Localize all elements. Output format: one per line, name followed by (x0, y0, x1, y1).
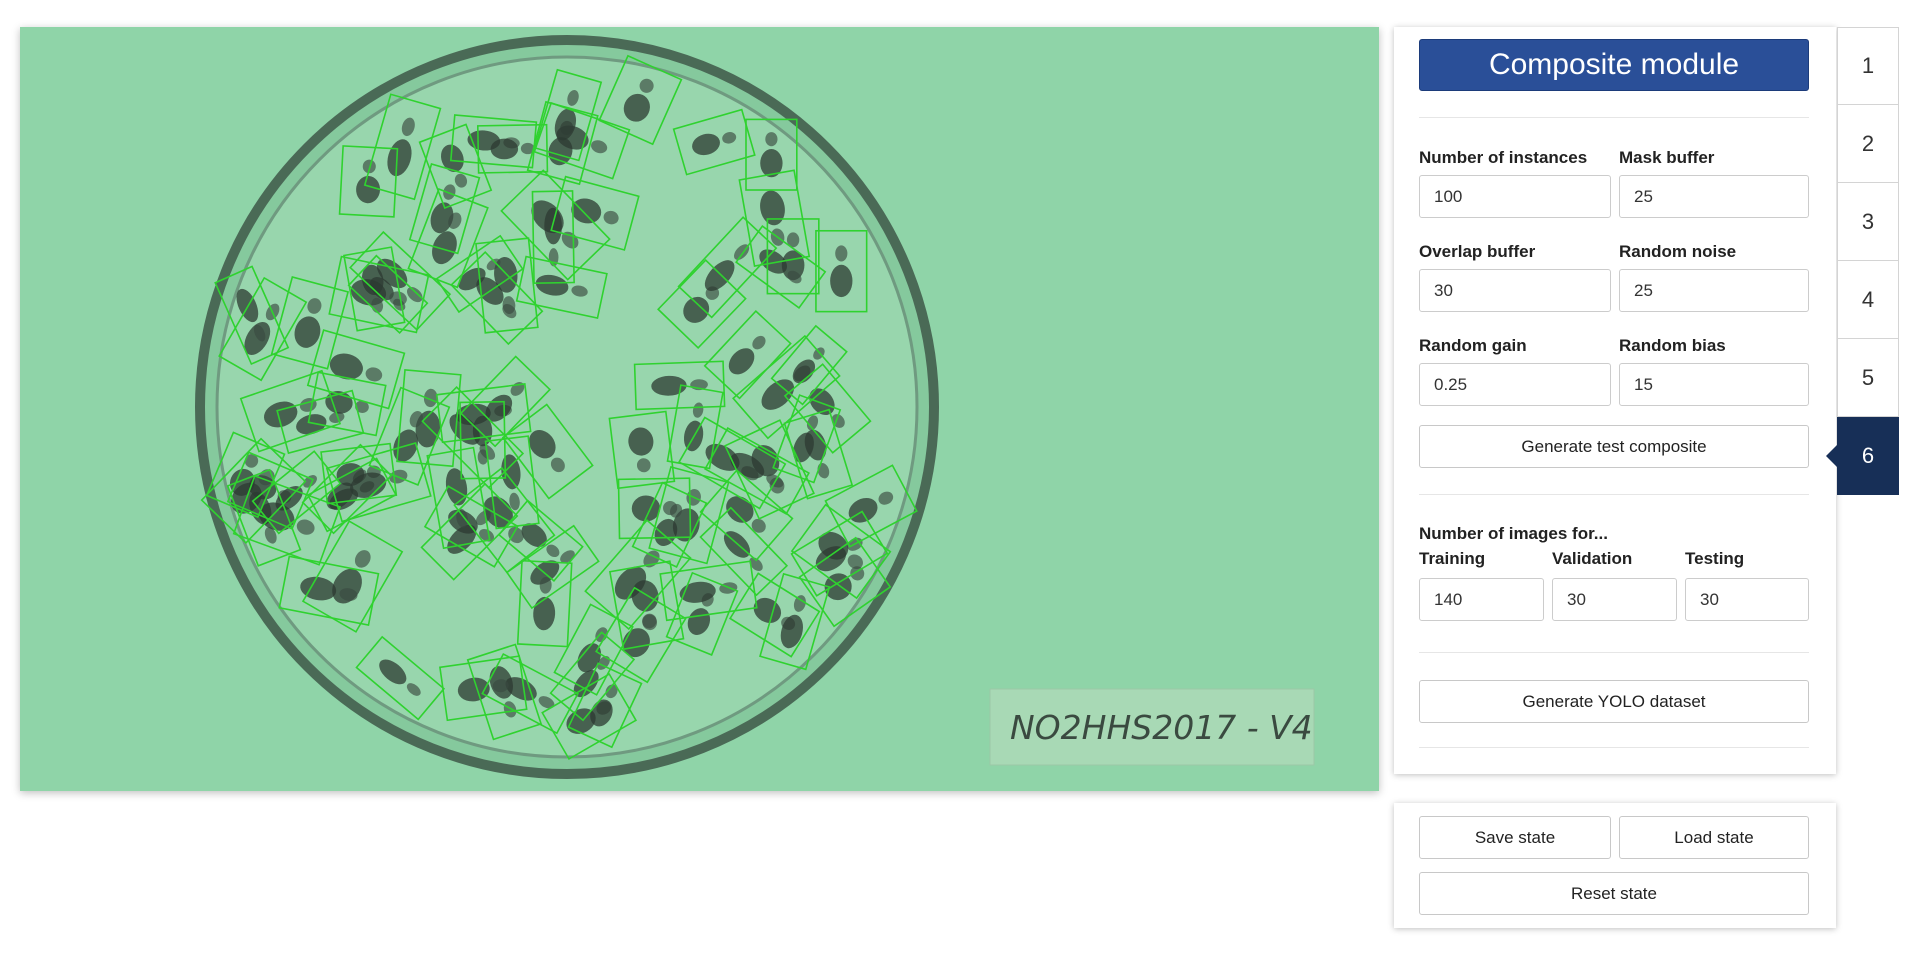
overlap-buffer-input[interactable] (1419, 269, 1611, 312)
save-state-button[interactable]: Save state (1419, 816, 1611, 859)
divider (1419, 117, 1809, 118)
divider (1419, 494, 1809, 495)
random-gain-label: Random gain (1419, 336, 1527, 355)
images-heading: Number of images for... (1419, 524, 1608, 543)
random-noise-input[interactable] (1619, 269, 1809, 312)
composite-image: NO2HHS2017 - V4 (20, 27, 1379, 791)
random-bias-label: Random bias (1619, 336, 1726, 355)
testing-label: Testing (1685, 549, 1745, 568)
step-tab-6[interactable]: 6 (1826, 417, 1899, 495)
specimen-head (765, 132, 778, 147)
state-panel: Save state Load state Reset state (1394, 803, 1836, 928)
random-noise-label: Random noise (1619, 242, 1737, 261)
random-bias-input[interactable] (1619, 363, 1809, 406)
step-tabs: 123456 (1826, 27, 1899, 495)
step-tab-4[interactable]: 4 (1837, 261, 1899, 339)
random-gain-input[interactable] (1419, 363, 1611, 406)
composite-module-title-button[interactable]: Composite module (1419, 39, 1809, 91)
step-tab-1[interactable]: 1 (1837, 27, 1899, 105)
divider (1419, 652, 1809, 653)
composite-image-viewer[interactable]: NO2HHS2017 - V4 (20, 27, 1379, 791)
generate-test-composite-button[interactable]: Generate test composite (1419, 425, 1809, 468)
specimen-head (835, 245, 848, 262)
composite-module-panel: Composite module Number of instances Mas… (1394, 27, 1836, 774)
validation-label: Validation (1552, 549, 1633, 568)
step-tab-5[interactable]: 5 (1837, 339, 1899, 417)
num-instances-label: Number of instances (1419, 148, 1588, 167)
num-instances-input[interactable] (1419, 175, 1611, 218)
testing-count-input[interactable] (1685, 578, 1809, 621)
step-tab-3[interactable]: 3 (1837, 183, 1899, 261)
step-tab-2[interactable]: 2 (1837, 105, 1899, 183)
dish-label-text: NO2HHS2017 - V4 (1010, 708, 1313, 747)
training-count-input[interactable] (1419, 578, 1544, 621)
specimen-body (830, 264, 853, 298)
validation-count-input[interactable] (1552, 578, 1677, 621)
reset-state-button[interactable]: Reset state (1419, 872, 1809, 915)
overlap-buffer-label: Overlap buffer (1419, 242, 1536, 261)
mask-buffer-label: Mask buffer (1619, 148, 1715, 167)
load-state-button[interactable]: Load state (1619, 816, 1809, 859)
generate-yolo-dataset-button[interactable]: Generate YOLO dataset (1419, 680, 1809, 723)
mask-buffer-input[interactable] (1619, 175, 1809, 218)
training-label: Training (1419, 549, 1486, 568)
divider (1419, 747, 1809, 748)
